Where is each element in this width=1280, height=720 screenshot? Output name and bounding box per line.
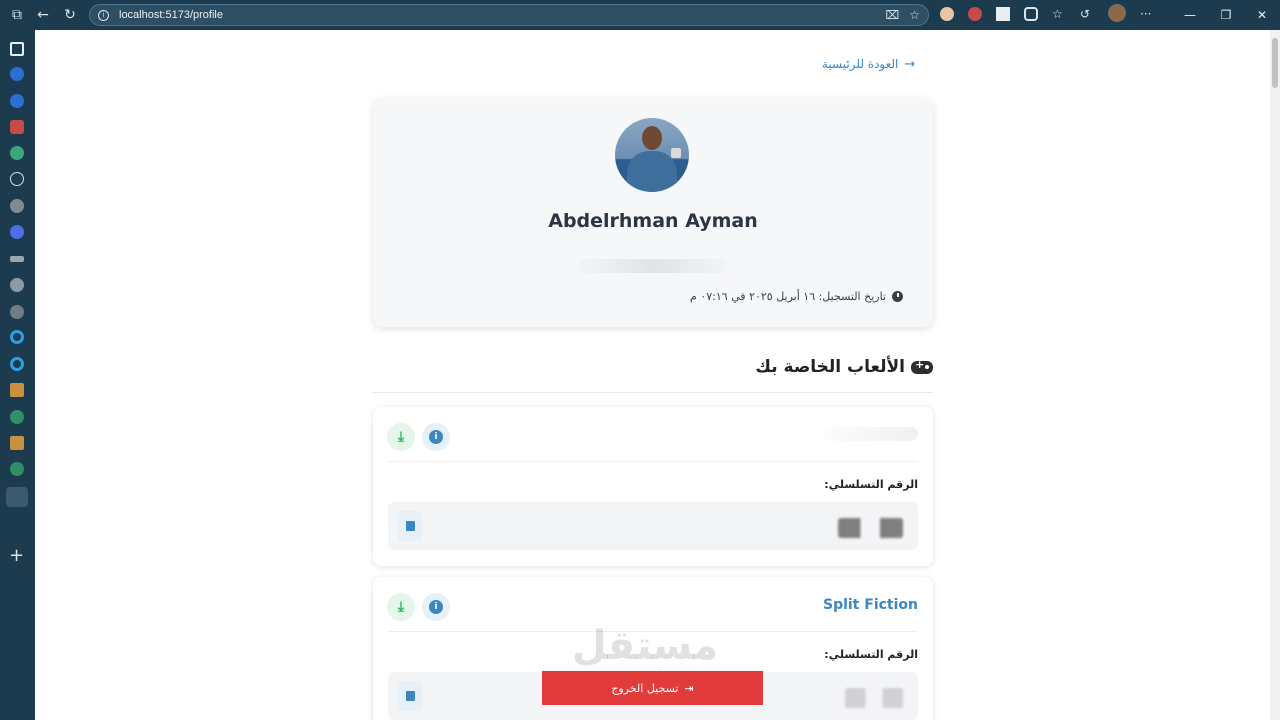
- vertical-tabs-sidebar: +: [0, 30, 35, 720]
- extension-icon[interactable]: [996, 7, 1010, 21]
- tab-favicon[interactable]: [10, 357, 24, 371]
- page-content: → العودة للرئيسية Abdelrhman Ayman تاريخ…: [35, 30, 1270, 720]
- download-button[interactable]: ⤓: [387, 593, 415, 621]
- new-tab-icon[interactable]: +: [9, 547, 24, 565]
- clock-icon: [892, 291, 903, 302]
- browser-toolbar: ⧉ ← ↻ i localhost:5173/profile ⌧ ☆ ☆ ↺ ·…: [0, 0, 1280, 30]
- maximize-icon[interactable]: ❐: [1208, 0, 1244, 30]
- blurred-serial: [845, 688, 903, 708]
- page-scrollbar[interactable]: [1270, 30, 1280, 720]
- tab-favicon[interactable]: [10, 410, 24, 424]
- info-icon: i: [429, 600, 443, 614]
- history-icon[interactable]: ↺: [1080, 7, 1094, 21]
- games-title-text: الألعاب الخاصة بك: [755, 357, 905, 377]
- tab-favicon[interactable]: [10, 462, 24, 476]
- tab-favicon[interactable]: [10, 199, 24, 213]
- back-icon[interactable]: ←: [30, 2, 56, 28]
- arrow-right-icon: →: [904, 56, 916, 72]
- scrollbar-thumb[interactable]: [1272, 38, 1278, 88]
- download-button[interactable]: ⤓: [387, 423, 415, 451]
- logout-icon: ⇥: [684, 681, 694, 695]
- favorites-icon[interactable]: ☆: [1052, 7, 1066, 21]
- serial-label: الرقم التسلسلي:: [824, 478, 918, 491]
- site-info-icon[interactable]: i: [98, 9, 109, 21]
- tab-favicon[interactable]: [10, 383, 24, 397]
- favorite-star-icon[interactable]: ☆: [909, 8, 920, 22]
- download-icon: ⤓: [397, 429, 405, 445]
- address-bar[interactable]: i localhost:5173/profile ⌧ ☆: [89, 4, 929, 26]
- games-section-title: الألعاب الخاصة بك: [755, 357, 933, 377]
- logout-button[interactable]: ⇥ تسجيل الخروج: [542, 671, 763, 705]
- game-card: i ⤓ الرقم التسلسلي:: [373, 407, 933, 566]
- download-icon: ⤓: [397, 599, 405, 615]
- profile-card: Abdelrhman Ayman تاريخ التسجيل: ١٦ أبريل…: [373, 98, 933, 327]
- copy-icon: [405, 521, 415, 531]
- workspaces-icon[interactable]: ⧉: [4, 2, 30, 28]
- gamepad-icon: [911, 358, 933, 374]
- tab-favicon[interactable]: [10, 256, 24, 262]
- back-to-home-link[interactable]: → العودة للرئيسية: [822, 56, 922, 72]
- logout-label: تسجيل الخروج: [611, 681, 679, 695]
- divider: [388, 631, 918, 632]
- blurred-email: [578, 259, 728, 273]
- tab-favicon[interactable]: [10, 67, 24, 81]
- extension-icon[interactable]: [1024, 7, 1038, 21]
- registration-date: تاريخ التسجيل: ١٦ أبريل ٢٠٢٥ في ٠٧:١٦ م: [673, 290, 903, 303]
- copy-button[interactable]: [398, 511, 422, 541]
- info-icon: i: [429, 430, 443, 444]
- copy-icon: [405, 691, 415, 701]
- close-icon[interactable]: ✕: [1244, 0, 1280, 30]
- divider: [388, 461, 918, 462]
- minimize-icon[interactable]: —: [1172, 0, 1208, 30]
- profile-avatar-icon[interactable]: [1108, 4, 1126, 22]
- read-aloud-icon[interactable]: ⌧: [885, 8, 899, 22]
- blurred-serial: [838, 518, 903, 538]
- tab-favicon[interactable]: [10, 94, 24, 108]
- address-url[interactable]: localhost:5173/profile: [119, 9, 223, 21]
- tab-favicon[interactable]: [10, 278, 24, 292]
- serial-box: [388, 502, 918, 550]
- games-section-header: الألعاب الخاصة بك: [373, 355, 933, 393]
- tab-favicon[interactable]: [10, 172, 24, 186]
- info-button[interactable]: i: [422, 593, 450, 621]
- extension-icon[interactable]: [968, 7, 982, 21]
- game-title: Split Fiction: [822, 597, 918, 613]
- game-title: [823, 427, 918, 441]
- extension-icon[interactable]: [940, 7, 954, 21]
- registration-text: تاريخ التسجيل: ١٦ أبريل ٢٠٢٥ في ٠٧:١٦ م: [689, 290, 886, 303]
- info-button[interactable]: i: [422, 423, 450, 451]
- back-link-label: العودة للرئيسية: [822, 57, 899, 71]
- profile-name: Abdelrhman Ayman: [548, 210, 758, 232]
- tab-favicon[interactable]: [10, 146, 24, 160]
- tab-favicon-active[interactable]: [6, 487, 28, 507]
- tab-favicon[interactable]: [10, 225, 24, 239]
- tab-favicon[interactable]: [10, 436, 24, 450]
- more-menu-icon[interactable]: ···: [1140, 7, 1158, 21]
- tab-favicon[interactable]: [10, 120, 24, 134]
- tab-favicon[interactable]: [10, 305, 24, 319]
- refresh-icon[interactable]: ↻: [57, 2, 83, 28]
- avatar: [615, 118, 689, 192]
- serial-label: الرقم التسلسلي:: [824, 648, 918, 661]
- copy-button[interactable]: [398, 681, 422, 711]
- tab-favicon[interactable]: [10, 330, 24, 344]
- tab-actions-icon[interactable]: [10, 42, 24, 56]
